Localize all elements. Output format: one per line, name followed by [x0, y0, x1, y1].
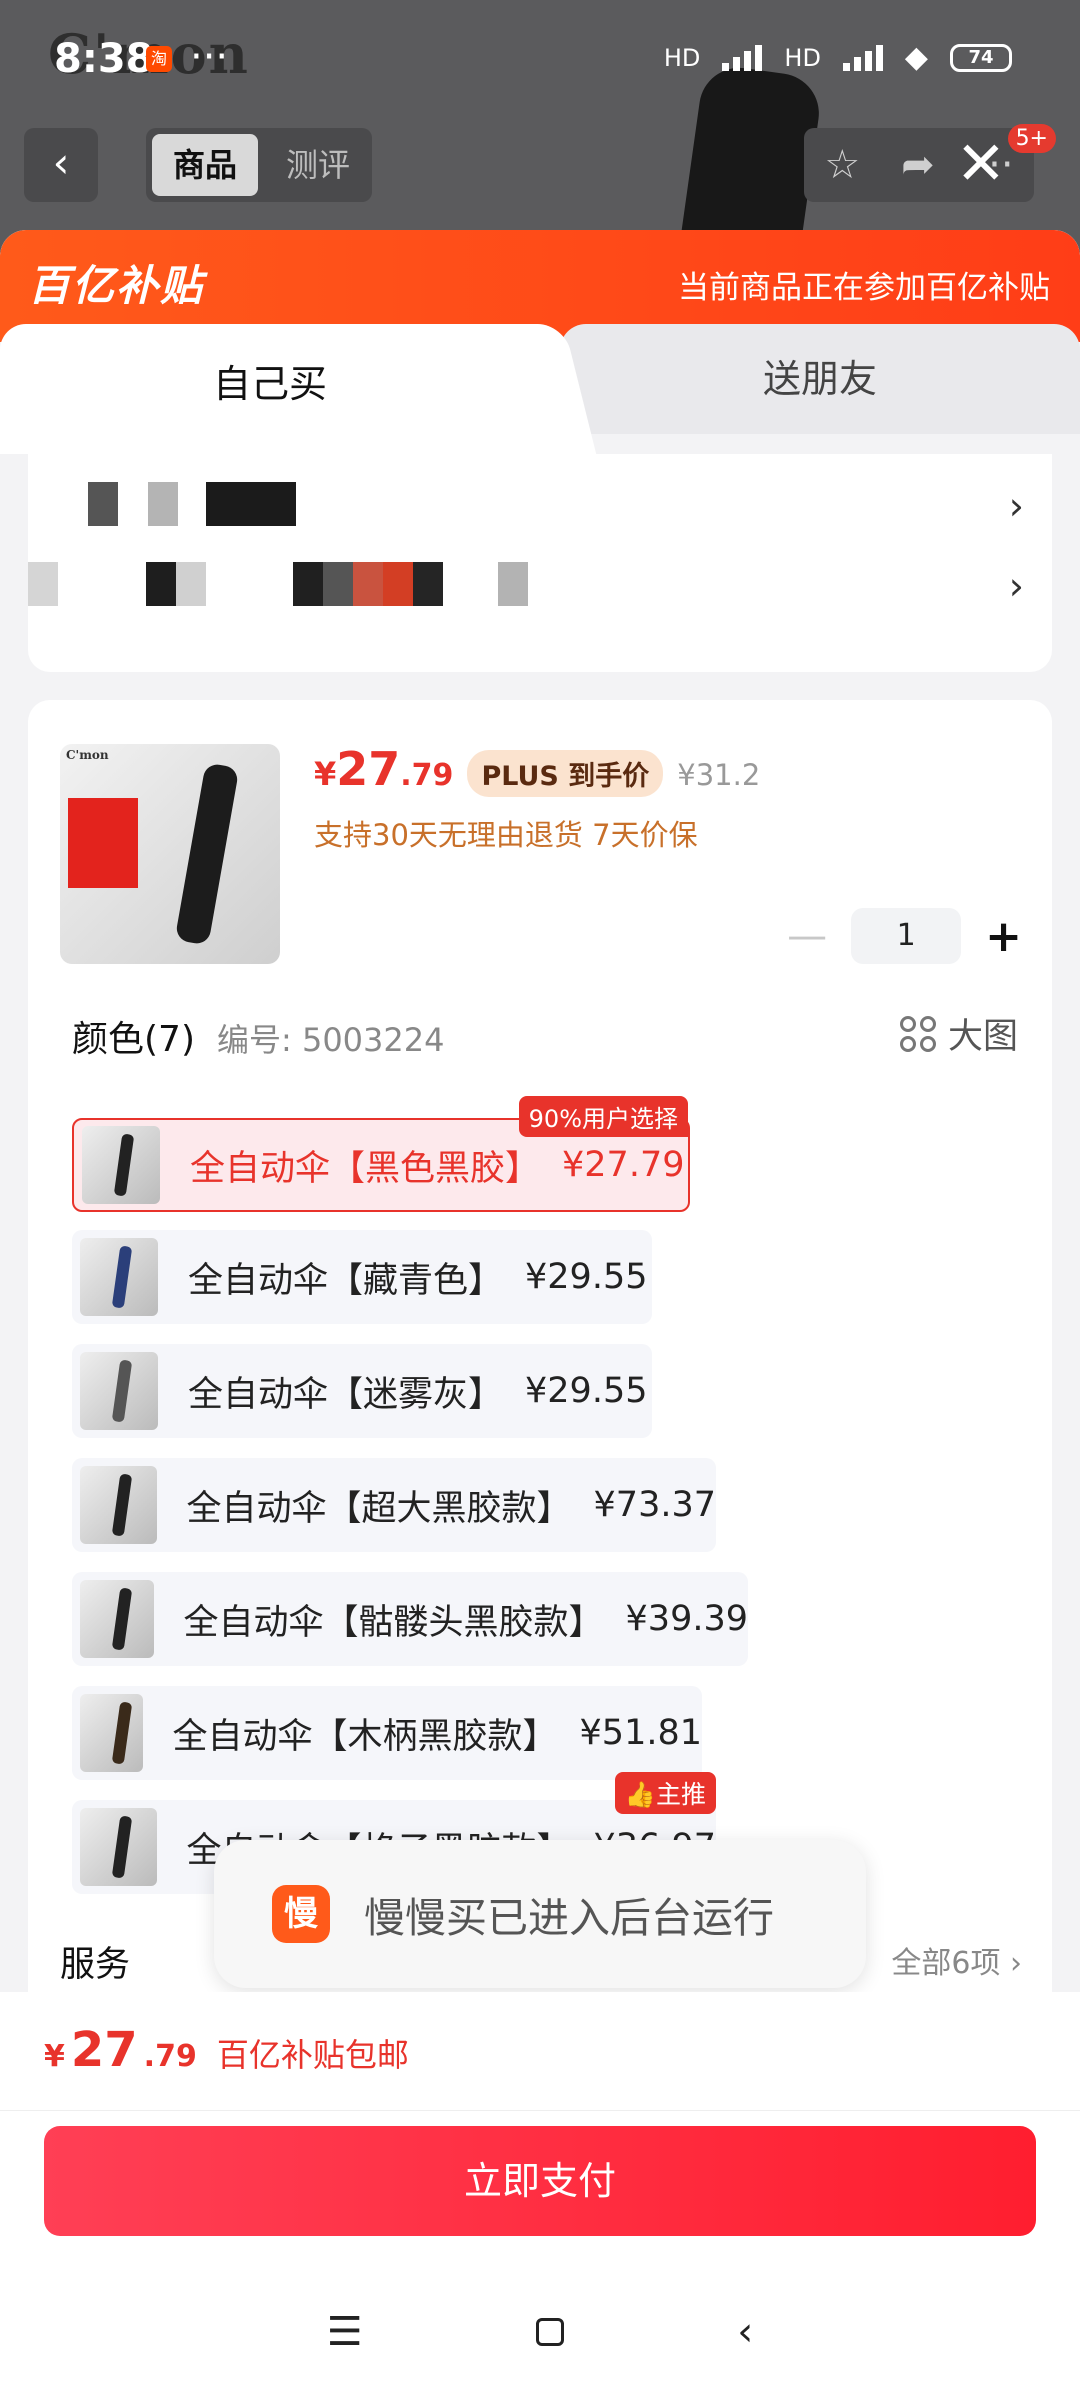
option-thumbnail: [80, 1466, 157, 1544]
option-name: 全自动伞【迷雾灰】: [188, 1374, 504, 1415]
share-icon[interactable]: ➦: [901, 142, 935, 188]
thumb-promo-box: [68, 798, 138, 888]
recommended-label: 主推: [655, 1780, 706, 1809]
plus-price-badge: PLUS 到手价: [467, 750, 664, 797]
big-image-label: 大图: [947, 1017, 1018, 1057]
option-price: ¥73.37: [593, 1485, 716, 1525]
tab-self[interactable]: 自己买: [0, 324, 540, 454]
taobao-notification-icon: 淘: [146, 46, 172, 72]
back-button[interactable]: ‹: [24, 128, 98, 202]
color-option[interactable]: 全自动伞【骷髅头黑胶款】 ¥39.39: [72, 1572, 748, 1666]
manmanmai-app-icon: 慢: [272, 1885, 330, 1943]
option-thumbnail: [82, 1126, 160, 1204]
battery-icon: 74: [950, 43, 1012, 72]
option-price: ¥27.79: [562, 1145, 685, 1185]
tab-gift[interactable]: 送朋友: [560, 324, 1080, 434]
quantity-stepper: — 1 +: [787, 908, 1022, 964]
item-code: 编号: 5003224: [217, 1021, 445, 1059]
option-thumbnail: [80, 1580, 154, 1658]
tab-product[interactable]: 商品: [152, 134, 258, 196]
qty-input[interactable]: 1: [851, 908, 962, 964]
delivery-chevron-icon: ›: [1008, 564, 1024, 608]
big-image-toggle[interactable]: 大图: [899, 1008, 1018, 1059]
status-time: 8:38: [54, 36, 154, 82]
top-nav: ‹ 商品 测评 ☆ ➦ ··· 5+ ✕: [24, 124, 1056, 202]
menu-icon[interactable]: ☰: [327, 2309, 363, 2355]
address-chevron-icon: ›: [1008, 484, 1024, 528]
option-name: 全自动伞【木柄黑胶款】: [172, 1716, 558, 1757]
checkout-footer: ¥ 27 .79 百亿补贴包邮 立即支付 ☰ ‹: [0, 1992, 1080, 2400]
thumb-umbrella: [174, 762, 240, 946]
network-label-2: HD: [784, 43, 821, 72]
service-title: 服务: [60, 1945, 131, 1985]
color-option[interactable]: 全自动伞【木柄黑胶款】 ¥51.81: [72, 1686, 702, 1780]
product-thumbnail[interactable]: C'mon: [60, 744, 280, 964]
color-option[interactable]: 全自动伞【黑色黑胶】 ¥27.79 90%用户选择: [72, 1096, 690, 1212]
status-bar: 8:38 淘 ··· HD HD ◆ 74: [0, 0, 1080, 120]
option-price: ¥29.55: [525, 1257, 648, 1297]
signal-icon: [722, 44, 763, 71]
tab-review[interactable]: 测评: [270, 134, 366, 196]
color-option[interactable]: 全自动伞【藏青色】 ¥29.55: [72, 1230, 652, 1324]
back-icon[interactable]: ‹: [737, 2309, 753, 2355]
color-title: 颜色(7): [72, 1019, 195, 1060]
wifi-icon: ◆: [904, 40, 928, 75]
buy-mode-tabs: 送朋友 自己买: [0, 324, 1080, 454]
total-currency: ¥: [44, 2039, 65, 2074]
signal-icon-2: [842, 44, 883, 71]
option-thumbnail: [80, 1352, 158, 1430]
total-decimal: .79: [143, 2039, 197, 2074]
option-name: 全自动伞【黑色黑胶】: [190, 1148, 541, 1189]
divider: [0, 2110, 1080, 2111]
price-line: ¥27.79 PLUS 到手价 ¥31.2: [314, 742, 760, 797]
price-integer: 27: [336, 742, 401, 796]
recommended-badge: 👍主推: [614, 1772, 716, 1814]
home-icon[interactable]: [535, 2318, 564, 2346]
option-thumbnail: [80, 1694, 143, 1772]
original-price: ¥31.2: [677, 758, 761, 792]
toast-message: 慢慢买已进入后台运行: [364, 1894, 774, 1942]
color-header: 颜色(7) 编号: 5003224: [72, 1010, 444, 1062]
subsidy-brand-logo: 百亿补贴: [28, 261, 205, 310]
option-thumbnail: [80, 1808, 157, 1886]
close-icon[interactable]: ✕: [956, 134, 1006, 194]
network-label-1: HD: [663, 43, 701, 72]
popular-choice-badge: 90%用户选择: [518, 1096, 688, 1137]
qty-minus-button[interactable]: —: [787, 913, 827, 959]
total-integer: 27: [70, 2022, 138, 2078]
grid-icon: [899, 1015, 936, 1052]
price-currency: ¥: [314, 755, 337, 793]
favorite-star-icon[interactable]: ☆: [824, 142, 860, 188]
system-nav-bar: ☰ ‹: [0, 2282, 1080, 2382]
option-name: 全自动伞【藏青色】: [188, 1260, 504, 1301]
subsidy-note: 当前商品正在参加百亿补贴: [678, 270, 1050, 306]
thumb-brand: C'mon: [66, 748, 109, 762]
background-toast: 慢 慢慢买已进入后台运行: [214, 1840, 866, 1988]
option-price: ¥51.81: [579, 1713, 702, 1753]
option-name: 全自动伞【骷髅头黑胶款】: [183, 1602, 604, 1643]
service-all-link[interactable]: 全部6项 ›: [891, 1938, 1022, 1982]
color-option[interactable]: 全自动伞【迷雾灰】 ¥29.55: [72, 1344, 652, 1438]
pay-now-button[interactable]: 立即支付: [44, 2126, 1036, 2236]
total-price: ¥ 27 .79 百亿补贴包邮: [44, 2022, 409, 2078]
price-decimal: .79: [400, 758, 454, 793]
option-name: 全自动伞【超大黑胶款】: [186, 1488, 572, 1529]
shipping-note: 百亿补贴包邮: [216, 2036, 409, 2074]
option-thumbnail: [80, 1238, 158, 1316]
return-policy: 支持30天无理由退货 7天价保: [314, 818, 698, 852]
message-count-badge: 5+: [1007, 124, 1056, 153]
address-card[interactable]: › ›: [28, 454, 1052, 672]
option-price: ¥29.55: [525, 1371, 648, 1411]
page-tab-switch: 商品 测评: [146, 128, 372, 202]
more-notifications-icon: ···: [190, 34, 229, 80]
qty-plus-button[interactable]: +: [985, 911, 1022, 962]
color-option[interactable]: 全自动伞【超大黑胶款】 ¥73.37: [72, 1458, 716, 1552]
option-price: ¥39.39: [625, 1599, 748, 1639]
